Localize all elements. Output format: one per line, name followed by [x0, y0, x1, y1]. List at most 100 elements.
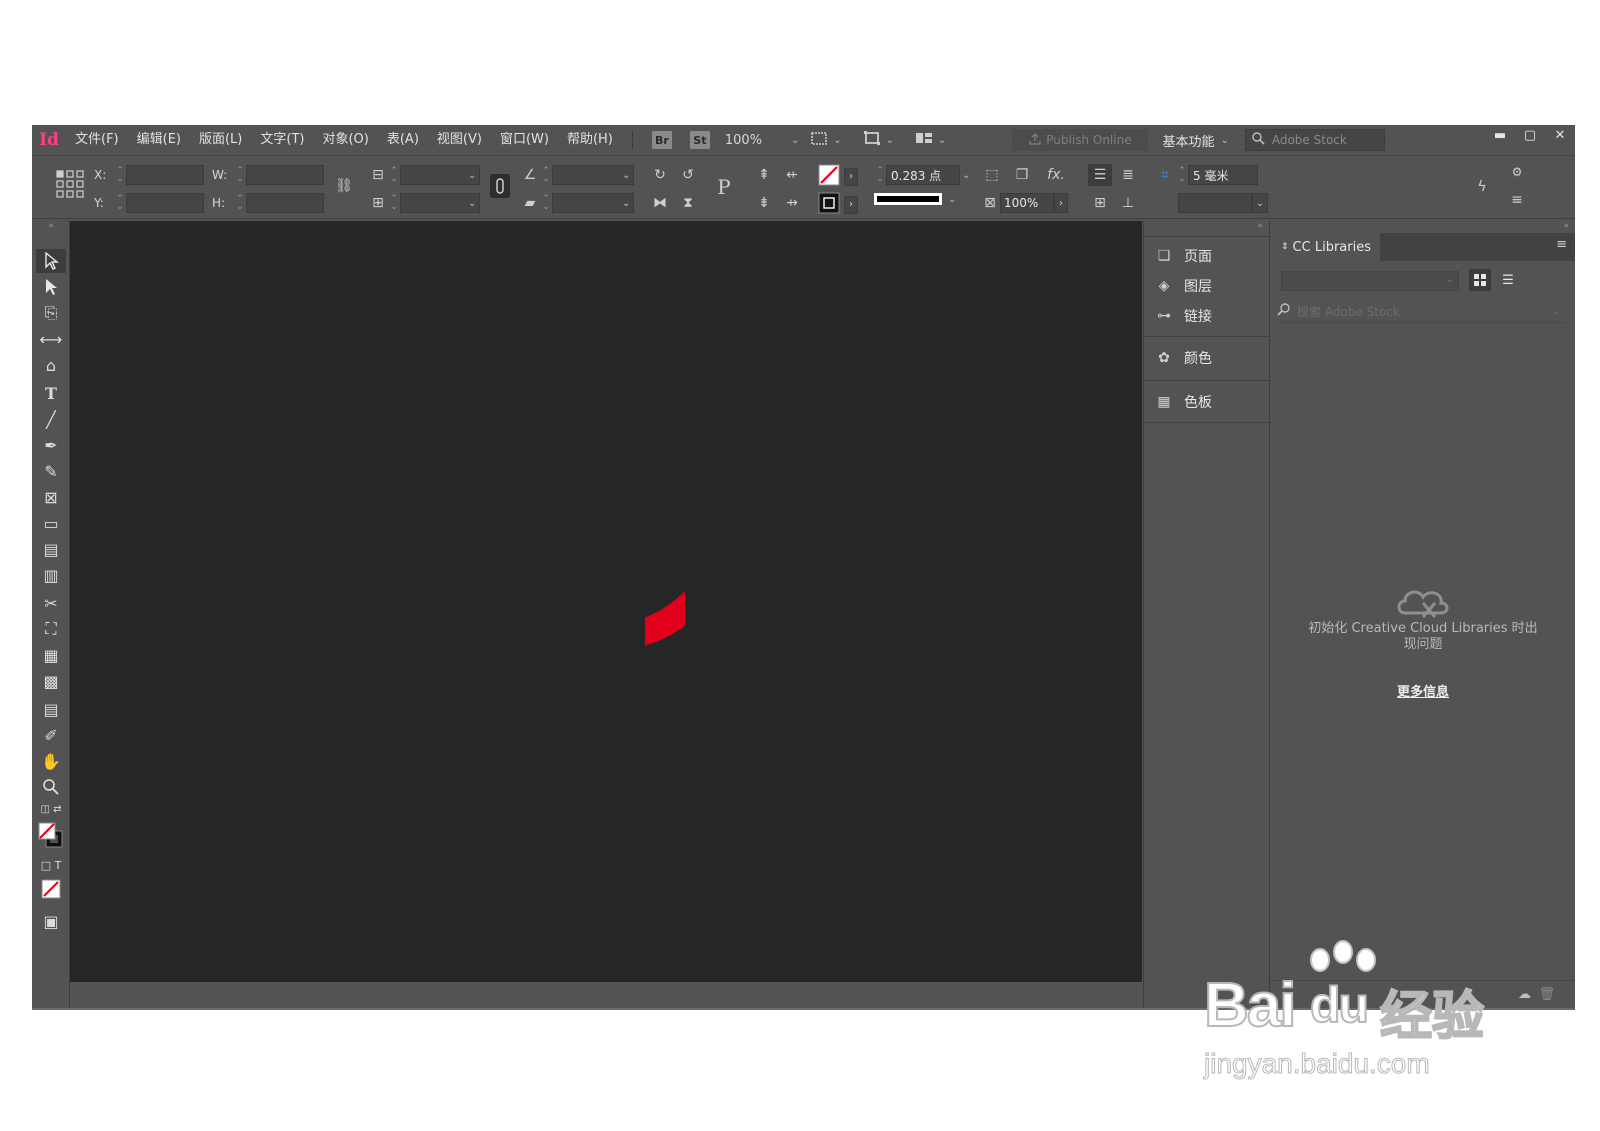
constrain-proportions-icon[interactable]: ⛓ — [332, 174, 356, 198]
menu-type[interactable]: 文字(T) — [251, 125, 313, 155]
h-field[interactable] — [246, 193, 324, 213]
dock-item-layers[interactable]: ◈ 图层 — [1144, 271, 1271, 301]
flip-horizontal-icon[interactable]: ⧓ — [648, 192, 672, 214]
menu-edit[interactable]: 编辑(E) — [128, 125, 190, 155]
gradient-feather-tool-icon[interactable]: ▩ — [32, 669, 70, 693]
workspace-switcher[interactable]: 基本功能 ⌄ — [1162, 131, 1228, 150]
gear-icon[interactable]: ⚙ — [1506, 162, 1528, 182]
select-next-icon[interactable]: ⇸ — [780, 192, 804, 214]
fill-stroke-swatches[interactable] — [32, 819, 70, 853]
reference-point-icon[interactable] — [56, 170, 84, 198]
spacing-stepper[interactable]: ⌃ ⌄ — [1176, 167, 1188, 184]
stroke-swatch-control[interactable]: › — [818, 192, 858, 217]
direct-selection-tool-icon[interactable] — [32, 275, 70, 299]
chevron-down-icon[interactable]: ⌄ — [622, 198, 630, 209]
panel-expand-icon[interactable]: » — [1563, 221, 1569, 231]
toolbox-collapse-icon[interactable]: » — [32, 221, 70, 231]
arrange-documents-dropdown[interactable]: ⌄ — [914, 130, 946, 150]
dock-item-swatches[interactable]: ▦ 色板 — [1144, 387, 1271, 417]
list-view-icon[interactable]: ☰ — [1497, 269, 1519, 291]
libraries-panel-menu-icon[interactable]: ≡ — [1556, 237, 1567, 252]
menu-window[interactable]: 窗口(W) — [491, 125, 558, 155]
formatting-container-text-icon[interactable]: □ T — [32, 857, 70, 873]
page-tool-icon[interactable]: ⎘ — [32, 301, 70, 325]
select-container-icon[interactable]: ⇞ — [752, 164, 776, 186]
document-canvas[interactable] — [70, 221, 1142, 982]
dock-item-links[interactable]: ⊶ 链接 — [1144, 301, 1271, 331]
more-info-link[interactable]: 更多信息 — [1271, 681, 1575, 700]
publish-online-button[interactable]: Publish Online — [1012, 129, 1149, 151]
drop-shadow-icon[interactable]: ❐ — [1010, 164, 1034, 186]
shear-stepper[interactable]: ⌃ ⌄ — [540, 195, 552, 212]
pen-tool-icon[interactable]: ✒ — [32, 433, 70, 457]
w-field[interactable] — [246, 165, 324, 185]
frame-fitting-icon[interactable]: ⬚ — [980, 164, 1004, 186]
y-field[interactable] — [126, 193, 204, 213]
vertical-grid-tool-icon[interactable]: ▥ — [32, 563, 70, 587]
h-stepper[interactable]: ⌃ ⌄ — [234, 195, 246, 212]
screen-mode-icon[interactable]: ▣ — [32, 909, 70, 933]
y-stepper[interactable]: ⌃ ⌄ — [114, 195, 126, 212]
default-fill-stroke-icon[interactable]: ◫ ⇄ — [32, 801, 70, 817]
align-top-icon[interactable]: ☰ — [1088, 164, 1112, 186]
dock-item-color[interactable]: ✿ 颜色 — [1144, 343, 1271, 373]
rotation-stepper[interactable]: ⌃ ⌄ — [540, 167, 552, 184]
style-dropdown[interactable]: ⌄ — [1178, 193, 1268, 213]
hand-tool-icon[interactable]: ✋ — [32, 749, 70, 773]
zoom-level[interactable]: 100% — [719, 133, 791, 148]
scale-x-stepper[interactable]: ⌃ ⌄ — [388, 167, 400, 184]
rotate-ccw-icon[interactable]: ↺ — [676, 164, 700, 186]
distribute-bottom-icon[interactable]: ⊥ — [1116, 192, 1140, 214]
grid-view-icon[interactable] — [1469, 269, 1491, 291]
quick-apply-lightning-icon[interactable]: ϟ — [1470, 176, 1494, 198]
menu-help[interactable]: 帮助(H) — [558, 125, 622, 155]
stroke-weight-field[interactable]: 0.283 点 — [886, 165, 960, 185]
library-select[interactable]: ⌄ — [1281, 271, 1459, 291]
effects-fx-icon[interactable]: fx. — [1042, 164, 1070, 186]
link-scale-icon[interactable] — [490, 174, 510, 198]
sync-status-icon[interactable]: ☁ — [1518, 987, 1531, 1002]
chevron-down-icon[interactable]: ⌄ — [468, 170, 476, 181]
trash-icon[interactable]: 🗑 — [1538, 987, 1555, 1002]
opacity-field[interactable]: 100% — [1000, 193, 1054, 213]
note-tool-icon[interactable]: ▤ — [32, 697, 70, 721]
opacity-chevron-right-icon[interactable]: › — [1054, 193, 1068, 213]
selection-tool-icon[interactable] — [36, 249, 66, 273]
dock-group-grip[interactable] — [1144, 231, 1271, 237]
menu-object[interactable]: 对象(O) — [313, 125, 377, 155]
type-tool-icon[interactable]: T — [32, 381, 70, 405]
spacing-field[interactable]: 5 毫米 — [1188, 165, 1258, 185]
gap-tool-icon[interactable]: ⟷ — [32, 327, 70, 351]
screen-mode-dropdown[interactable]: ⌄ — [862, 130, 894, 150]
maximize-icon[interactable]: ▢ — [1515, 125, 1545, 145]
w-stepper[interactable]: ⌃ ⌄ — [234, 167, 246, 184]
adobe-stock-search[interactable]: Adobe Stock — [1244, 129, 1385, 151]
pencil-tool-icon[interactable]: ✎ — [32, 459, 70, 483]
chevron-down-icon[interactable]: ⌄ — [622, 170, 630, 181]
select-previous-icon[interactable]: ⇷ — [780, 164, 804, 186]
free-transform-tool-icon[interactable]: ⛶ — [32, 617, 70, 641]
chevron-down-icon[interactable]: ⌄ — [962, 170, 970, 181]
eyedropper-tool-icon[interactable]: ✐ — [32, 723, 70, 747]
stroke-type-dropdown[interactable]: ⌄ — [874, 193, 956, 205]
close-icon[interactable]: ✕ — [1545, 125, 1575, 145]
menu-layout[interactable]: 版面(L) — [190, 125, 251, 155]
rectangle-tool-icon[interactable]: ▭ — [32, 511, 70, 535]
distribute-center-icon[interactable]: ⊞ — [1088, 192, 1112, 214]
select-content-icon[interactable]: ⇟ — [752, 192, 776, 214]
flip-vertical-icon[interactable]: ⧗ — [676, 192, 700, 214]
line-tool-icon[interactable]: ╱ — [32, 407, 70, 431]
dock-group-grip[interactable] — [1144, 375, 1271, 381]
panel-menu-icon[interactable]: ≡ — [1506, 190, 1528, 210]
x-stepper[interactable]: ⌃ ⌄ — [114, 167, 126, 184]
apply-none-icon[interactable] — [32, 877, 70, 901]
fill-swatch-control[interactable]: › — [818, 164, 858, 189]
bridge-button[interactable]: Br — [651, 131, 672, 149]
menu-view[interactable]: 视图(V) — [428, 125, 491, 155]
dock-group-grip[interactable] — [1144, 331, 1271, 337]
menu-table[interactable]: 表(A) — [378, 125, 428, 155]
scissors-tool-icon[interactable]: ✂ — [32, 591, 70, 615]
chevron-down-icon[interactable]: ⌄ — [468, 198, 476, 209]
rotate-cw-icon[interactable]: ↻ — [648, 164, 672, 186]
stock-search-input[interactable]: 搜索 Adobe Stock ⌄ — [1277, 301, 1567, 323]
